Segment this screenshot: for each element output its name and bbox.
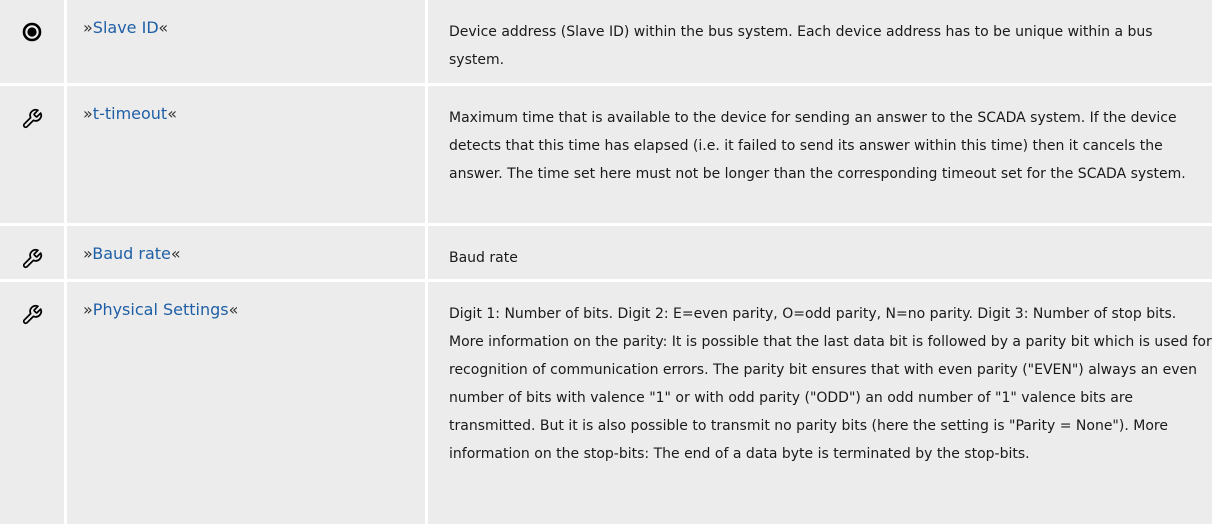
parameter-name-cell: »Baud rate« (67, 226, 425, 279)
quote-open: » (83, 244, 93, 263)
parameter-name-cell: »Slave ID« (67, 0, 425, 83)
parameter-name-cell: »t-timeout« (67, 86, 425, 223)
parameter-description: Maximum time that is available to the de… (428, 86, 1212, 223)
table-row: »Physical Settings« Digit 1: Number of b… (0, 282, 1212, 524)
quote-close: « (228, 300, 239, 319)
icon-cell (0, 0, 64, 83)
quote-open: » (83, 104, 93, 123)
parameter-description: Device address (Slave ID) within the bus… (428, 0, 1212, 83)
parameter-name-cell: »Physical Settings« (67, 282, 425, 524)
icon-cell (0, 86, 64, 223)
radio-selected-icon (22, 22, 42, 83)
table-row: »Slave ID« Device address (Slave ID) wit… (0, 0, 1212, 83)
quote-close: « (170, 244, 181, 263)
quote-close: « (167, 104, 177, 123)
icon-cell (0, 282, 64, 524)
parameter-description: Digit 1: Number of bits. Digit 2: E=even… (428, 282, 1212, 524)
parameter-link-slave-id[interactable]: Slave ID (93, 18, 159, 37)
parameter-link-t-timeout[interactable]: t-timeout (93, 104, 167, 123)
wrench-icon (21, 304, 43, 524)
parameter-link-baud-rate[interactable]: Baud rate (92, 244, 171, 263)
quote-open: » (83, 18, 93, 37)
wrench-icon (21, 248, 43, 279)
parameter-description: Baud rate (428, 226, 1212, 279)
parameter-link-physical-settings[interactable]: Physical Settings (93, 300, 229, 319)
table-row: »Baud rate« Baud rate (0, 226, 1212, 279)
parameter-table: »Slave ID« Device address (Slave ID) wit… (0, 0, 1212, 527)
wrench-icon (21, 108, 43, 223)
icon-cell (0, 226, 64, 279)
quote-open: » (83, 300, 93, 319)
table-row: »t-timeout« Maximum time that is availab… (0, 86, 1212, 223)
quote-close: « (158, 18, 169, 37)
